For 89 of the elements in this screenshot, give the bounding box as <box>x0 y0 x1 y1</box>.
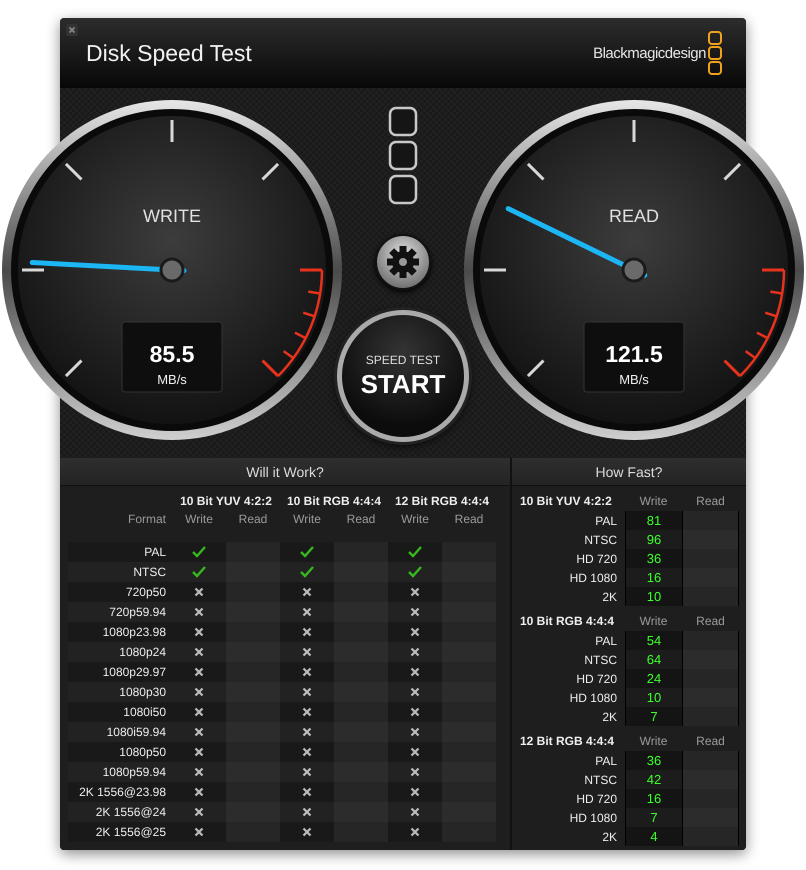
table-cell <box>682 549 739 568</box>
column-header: Read <box>695 733 726 750</box>
speed-unit: MB/s <box>619 372 649 387</box>
format-cell: 1080p59.94 <box>68 762 172 782</box>
group-heading: 12 Bit RGB 4:4:4 <box>394 493 490 510</box>
column-header: Write <box>638 613 668 630</box>
table-cell <box>682 530 739 549</box>
window-title: Disk Speed Test <box>86 40 253 66</box>
column-header: Write <box>292 511 322 528</box>
panel-header: How Fast? <box>512 458 746 486</box>
format-cell: 2K 1556@24 <box>68 802 172 822</box>
table-cell <box>682 688 739 707</box>
format-cell: NTSC <box>68 562 172 582</box>
write-value: 36 <box>625 549 682 568</box>
format-cell-text: PAL <box>594 632 618 650</box>
write-value: 36 <box>625 751 682 770</box>
format-cell: 1080p24 <box>68 642 172 662</box>
table-cell <box>682 511 739 530</box>
group-heading: 10 Bit RGB 4:4:4 <box>520 613 616 630</box>
write-value: 4 <box>625 827 682 846</box>
gauge-label: WRITE <box>143 206 201 226</box>
format-cell-text: HD 720 <box>575 670 618 688</box>
table-cell <box>682 770 739 789</box>
table-cell <box>682 650 739 669</box>
table-cell <box>682 808 739 827</box>
table-cell <box>682 587 739 606</box>
table-cell <box>682 631 739 650</box>
format-cell: 2K 1556@25 <box>68 822 172 842</box>
format-cell-text: PAL <box>594 752 618 770</box>
logo-icon <box>708 31 722 75</box>
format-cell-text: NTSC <box>583 532 618 548</box>
format-cell: 1080p30 <box>68 682 172 702</box>
column-header: Read <box>695 613 726 630</box>
table-cell <box>682 568 739 587</box>
write-value: 7 <box>625 707 682 726</box>
format-cell: 1080p23.98 <box>68 622 172 642</box>
panel-header: Will it Work? <box>60 458 510 486</box>
column-header: Write <box>638 493 668 510</box>
format-cell-text: 2K <box>601 708 618 726</box>
write-value: 16 <box>625 789 682 808</box>
speed-value: 85.5 <box>150 341 194 367</box>
column-header: Write <box>638 733 668 750</box>
format-cell-text: HD 1080 <box>568 690 618 706</box>
table-cell <box>682 707 739 726</box>
format-cell-text: NTSC <box>583 652 618 668</box>
format-cell: 720p50 <box>68 582 172 602</box>
format-cell: 1080i50 <box>68 702 172 722</box>
column-header: Format <box>126 511 167 528</box>
write-value: 54 <box>625 631 682 650</box>
column-header: Read <box>695 493 726 510</box>
format-cell: 1080i59.94 <box>68 722 172 742</box>
format-cell: 2K 1556@23.98 <box>68 782 172 802</box>
format-cell-text: 2K <box>601 588 618 606</box>
speed-value: 121.5 <box>605 341 663 367</box>
group-heading: 10 Bit RGB 4:4:4 <box>286 493 382 510</box>
table-cell <box>682 789 739 808</box>
settings-button[interactable] <box>375 234 431 290</box>
format-cell-text: HD 720 <box>575 790 618 808</box>
table-cell <box>682 751 739 770</box>
column-header: Write <box>400 511 430 528</box>
table-cell <box>682 669 739 688</box>
column-header: Read <box>454 511 484 528</box>
close-icon[interactable] <box>66 24 78 36</box>
format-cell: 1080p50 <box>68 742 172 762</box>
format-cell: 720p59.94 <box>68 602 172 622</box>
start-button[interactable]: SPEED TEST START <box>337 310 469 442</box>
format-cell: 1080p29.97 <box>68 662 172 682</box>
format-cell-text: 2K <box>601 828 618 846</box>
group-heading: 12 Bit RGB 4:4:4 <box>520 733 616 750</box>
write-value: 81 <box>625 511 682 530</box>
write-value: 24 <box>625 669 682 688</box>
write-value: 10 <box>625 587 682 606</box>
format-cell-text: HD 720 <box>575 550 618 568</box>
column-header: Read <box>238 511 268 528</box>
format-cell-text: PAL <box>594 512 618 530</box>
column-header: Read <box>346 511 376 528</box>
gauge-label: READ <box>609 206 659 226</box>
format-cell-text: NTSC <box>583 772 618 788</box>
format-cell-text: HD 1080 <box>568 570 618 586</box>
column-header: Write <box>184 511 214 528</box>
speed-unit: MB/s <box>157 372 187 387</box>
logo-icon <box>388 106 418 206</box>
brand-name: Blackmagicdesign <box>593 44 706 62</box>
table-cell <box>682 827 739 846</box>
format-cell: PAL <box>68 542 172 562</box>
group-heading: 10 Bit YUV 4:2:2 <box>179 493 273 510</box>
format-cell-text: HD 1080 <box>568 810 618 826</box>
group-heading: 10 Bit YUV 4:2:2 <box>520 493 613 510</box>
settings-icon <box>386 245 420 279</box>
